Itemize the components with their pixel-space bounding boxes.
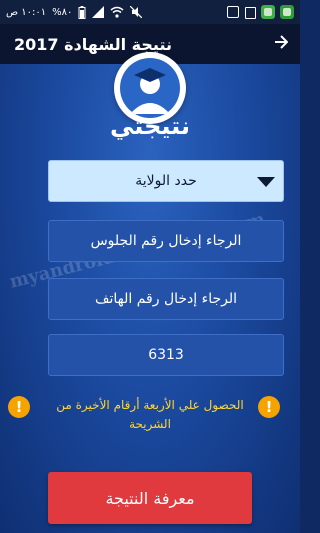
app-notification-icon <box>280 5 294 19</box>
arrow-right-icon <box>275 35 289 49</box>
device-icon <box>244 6 256 19</box>
status-bar-left: ١٠:٠١ ص %٨٠ <box>6 5 143 19</box>
sim-code-input[interactable]: 6313 <box>48 334 284 376</box>
status-bar-right <box>227 5 294 19</box>
get-result-label: معرفة النتيجة <box>105 488 195 508</box>
dropdown-arrow-icon <box>257 177 275 187</box>
get-result-button[interactable]: معرفة النتيجة <box>48 472 252 524</box>
info-note: ! الحصول علي الأربعة أرقام الأخيرة من ال… <box>0 394 300 434</box>
app-notification-icon <box>261 5 275 19</box>
status-time: ١٠:٠١ ص <box>6 6 47 18</box>
mute-icon <box>130 6 143 18</box>
screenshot-icon <box>227 6 239 18</box>
graduate-icon <box>120 58 180 118</box>
phone-number-input[interactable]: الرجاء إدخال رقم الهاتف <box>48 278 284 320</box>
wifi-icon <box>110 6 124 18</box>
warning-icon: ! <box>8 396 30 418</box>
status-bar: ١٠:٠١ ص %٨٠ <box>0 0 300 24</box>
status-battery: %٨٠ <box>52 6 73 18</box>
sim-code-value: 6313 <box>148 347 184 363</box>
signal-icon <box>92 6 105 18</box>
battery-icon <box>78 5 86 19</box>
info-note-text: الحصول علي الأربعة أرقام الأخيرة من الشر… <box>56 398 244 431</box>
phone-number-placeholder: الرجاء إدخال رقم الهاتف <box>95 291 237 307</box>
back-button[interactable] <box>274 35 289 53</box>
page-title: نتيجة الشهادة 2017 <box>14 34 172 54</box>
seat-number-placeholder: الرجاء إدخال رقم الجلوس <box>90 233 242 249</box>
app-screen: ١٠:٠١ ص %٨٠ نتيجة الشهادة 2017 نتيجتي حد… <box>0 0 300 533</box>
app-logo-title: نتيجتي <box>110 112 190 140</box>
warning-icon: ! <box>258 396 280 418</box>
seat-number-input[interactable]: الرجاء إدخال رقم الجلوس <box>48 220 284 262</box>
state-select-label: حدد الولاية <box>135 173 197 189</box>
state-select[interactable]: حدد الولاية <box>48 160 284 202</box>
